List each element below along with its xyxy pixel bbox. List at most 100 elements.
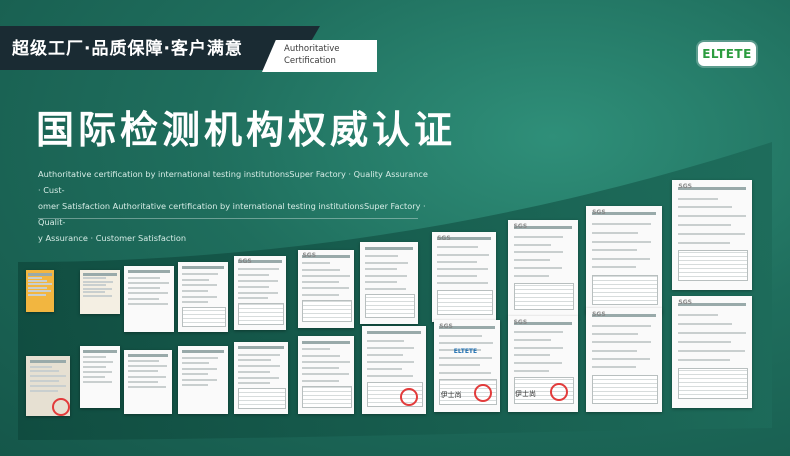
doc-table bbox=[238, 388, 286, 409]
sgs-label: SGS bbox=[238, 258, 252, 266]
doc-text-line bbox=[592, 332, 638, 335]
doc-text-line bbox=[128, 297, 159, 300]
doc-text-line bbox=[238, 273, 270, 276]
red-seal-icon bbox=[473, 384, 492, 403]
doc-text-line bbox=[302, 348, 331, 351]
doc-text-line bbox=[28, 286, 47, 289]
doc-text-line bbox=[127, 385, 166, 388]
doc-text-line bbox=[678, 241, 731, 244]
doc-text-line bbox=[28, 293, 47, 296]
doc-text-line bbox=[302, 287, 349, 290]
doc-text-line bbox=[513, 251, 563, 254]
doc-text-line bbox=[678, 331, 746, 334]
doc-text-line bbox=[367, 347, 415, 350]
doc-text-line bbox=[678, 206, 732, 209]
doc-text-line bbox=[592, 366, 637, 369]
certificate-thumbnail: SGS bbox=[672, 180, 752, 290]
doc-text-line bbox=[592, 240, 651, 243]
doc-text-line bbox=[128, 276, 160, 279]
doc-text-line bbox=[83, 294, 112, 297]
sgs-label: SGS bbox=[513, 318, 528, 326]
sgs-label: SGS bbox=[302, 252, 317, 260]
doc-text-line bbox=[367, 361, 414, 364]
certificate-thumbnail: SGS bbox=[672, 296, 752, 408]
doc-text-line bbox=[127, 365, 167, 368]
doc-header-line bbox=[238, 346, 284, 350]
doc-table bbox=[302, 385, 352, 409]
doc-text-line bbox=[182, 378, 217, 381]
sgs-label: SGS bbox=[678, 299, 692, 307]
doc-text-line bbox=[182, 278, 209, 281]
red-seal-icon bbox=[400, 387, 419, 406]
certificate-thumbnail bbox=[298, 336, 354, 414]
doc-header-line bbox=[83, 349, 117, 353]
doc-text-line bbox=[83, 365, 106, 368]
doc-text-line bbox=[367, 340, 404, 343]
sgs-label: SGS bbox=[439, 322, 453, 330]
doc-text-line bbox=[678, 224, 732, 226]
doc-text-line bbox=[302, 281, 340, 284]
certificate-thumbnail bbox=[178, 346, 228, 414]
doc-text-line bbox=[513, 331, 564, 334]
doc-text-line bbox=[238, 365, 280, 368]
doc-text-line bbox=[302, 367, 340, 370]
doc-text-line bbox=[29, 370, 59, 373]
doc-text-line bbox=[128, 302, 168, 305]
doc-text-line bbox=[302, 274, 350, 277]
doc-text-line bbox=[592, 257, 650, 260]
doc-text-line bbox=[513, 354, 550, 357]
doc-text-line bbox=[364, 281, 397, 284]
certificate-thumbnail: SGS bbox=[432, 232, 496, 322]
doc-text-line bbox=[182, 301, 208, 304]
certificate-thumbnail bbox=[178, 262, 228, 332]
doc-text-line bbox=[513, 362, 562, 365]
doc-text-line bbox=[182, 290, 208, 292]
doc-header-line bbox=[367, 331, 421, 335]
doc-text-line bbox=[83, 380, 112, 383]
doc-text-line bbox=[83, 280, 113, 283]
certificate-thumbnail bbox=[124, 350, 172, 414]
doc-text-line bbox=[238, 370, 271, 373]
certificate-thumbnail: SGS bbox=[234, 256, 286, 330]
certificate-thumbnail bbox=[26, 270, 54, 312]
doc-text-line bbox=[678, 358, 731, 361]
doc-text-line bbox=[28, 283, 52, 286]
doc-header-line bbox=[29, 359, 67, 363]
doc-text-line bbox=[83, 370, 113, 373]
doc-text-line bbox=[592, 349, 637, 352]
doc-text-line bbox=[513, 339, 551, 342]
doc-text-line bbox=[364, 268, 398, 271]
doc-text-line bbox=[364, 287, 407, 290]
doc-table bbox=[302, 299, 352, 323]
doc-text-line bbox=[238, 279, 279, 282]
doc-text-line bbox=[182, 295, 217, 298]
certificate-thumbnail: SGS bbox=[586, 308, 662, 412]
doc-text-line bbox=[437, 253, 489, 256]
doc-text-line bbox=[678, 349, 745, 352]
sgs-label: SGS bbox=[513, 222, 528, 230]
certificate-thumbnail: SGS bbox=[586, 206, 662, 314]
doc-text-line bbox=[678, 340, 732, 343]
doc-text-line bbox=[437, 268, 489, 270]
doc-text-line bbox=[513, 346, 563, 349]
doc-text-line bbox=[513, 267, 562, 270]
doc-text-line bbox=[302, 293, 339, 296]
doc-text-line bbox=[29, 365, 52, 368]
doc-text-line bbox=[182, 273, 218, 276]
doc-text-line bbox=[127, 360, 159, 363]
doc-text-line bbox=[29, 375, 67, 378]
doc-header-line bbox=[127, 353, 169, 357]
certificate-thumbnail: SGS 伊士尚 ELTETE bbox=[434, 320, 500, 412]
doc-text-line bbox=[29, 384, 67, 387]
doc-text-line bbox=[127, 380, 158, 383]
doc-text-line bbox=[364, 274, 407, 277]
doc-text-line bbox=[367, 368, 403, 371]
doc-text-line bbox=[128, 287, 160, 290]
doc-text-line bbox=[513, 274, 550, 277]
doc-text-line bbox=[182, 367, 217, 370]
signature-text: 伊士尚 bbox=[440, 390, 462, 399]
doc-text-line bbox=[513, 259, 550, 262]
doc-text-line bbox=[439, 356, 493, 359]
certificate-thumbnail: SGS 伊士尚 bbox=[508, 316, 578, 412]
doc-table bbox=[678, 367, 748, 399]
